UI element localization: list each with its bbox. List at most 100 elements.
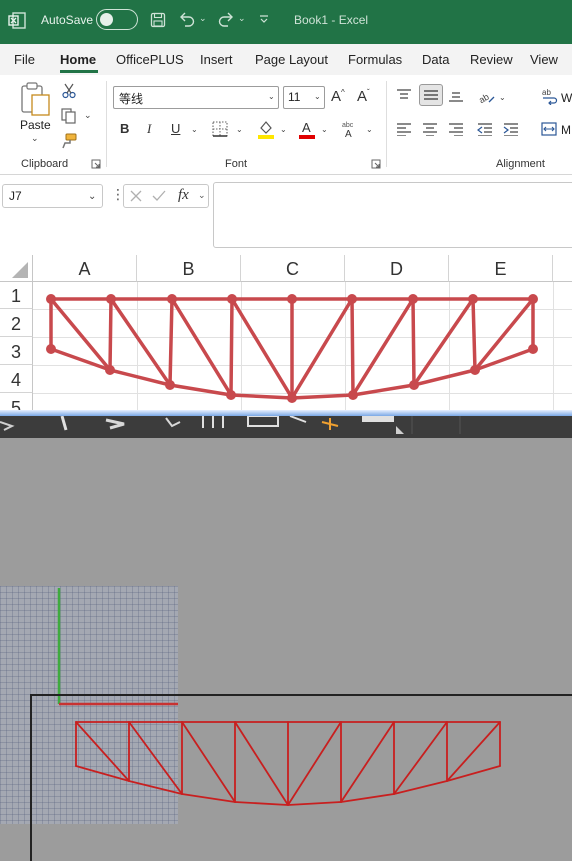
formula-buttons: fx ⌄	[123, 184, 209, 208]
cad-truss-member	[75, 721, 130, 782]
customize-toolbar-icon[interactable]	[258, 13, 270, 25]
paste-dropdown-icon[interactable]: ⌄	[31, 133, 39, 144]
tab-data[interactable]: Data	[422, 52, 449, 67]
cad-truss-structure[interactable]	[75, 721, 501, 806]
truss-member	[168, 297, 174, 387]
italic-icon[interactable]: I	[147, 121, 151, 137]
fill-color-dropdown-icon[interactable]: ⌄	[280, 125, 287, 134]
format-painter-icon[interactable]	[61, 133, 77, 149]
group-label-font: Font	[225, 158, 248, 170]
align-left-icon[interactable]	[396, 122, 412, 136]
copy-dropdown-icon[interactable]: ⌄	[84, 110, 92, 121]
insert-function-button[interactable]: fx	[178, 187, 189, 204]
truss-member	[351, 383, 416, 397]
name-box-dropdown-icon[interactable]: ⌄	[88, 191, 96, 202]
font-color-dropdown-icon[interactable]: ⌄	[321, 125, 328, 134]
document-title: Book1 - Excel	[294, 13, 369, 27]
tab-file[interactable]: File	[14, 52, 35, 67]
divider	[106, 81, 107, 167]
title-bar: AutoSave ⌄ ⌄ Book1 - Excel	[0, 0, 572, 44]
tab-review[interactable]: Review	[470, 52, 513, 67]
borders-icon[interactable]	[212, 121, 228, 137]
redo-icon[interactable]	[217, 11, 235, 29]
orientation-icon[interactable]: ab	[478, 88, 496, 104]
paste-icon[interactable]	[20, 81, 52, 117]
decrease-indent-icon[interactable]	[477, 122, 493, 136]
font-launcher-icon[interactable]	[371, 159, 381, 169]
align-top-icon[interactable]	[396, 88, 412, 102]
truss-member	[290, 393, 355, 400]
truss-member	[230, 297, 294, 400]
cad-truss-member	[181, 721, 236, 803]
phonetic-guide-icon[interactable]: abc A	[341, 120, 363, 138]
borders-dropdown-icon[interactable]: ⌄	[236, 125, 243, 134]
truss-node	[408, 294, 418, 304]
cad-truss-member	[75, 765, 130, 782]
underline-icon[interactable]: U	[171, 121, 180, 136]
align-right-icon[interactable]	[448, 122, 464, 136]
merge-center-icon[interactable]	[541, 121, 557, 137]
font-size-value: 11	[288, 90, 301, 104]
decrease-font-size-icon[interactable]: Aˇ	[357, 88, 370, 105]
wrap-text-label[interactable]: W	[561, 91, 572, 105]
truss-member	[229, 393, 294, 400]
tab-officeplus[interactable]: OfficePLUS	[116, 52, 184, 67]
tab-view[interactable]: View	[530, 52, 558, 67]
tab-insert[interactable]: Insert	[200, 52, 233, 67]
copy-icon[interactable]	[61, 108, 77, 124]
cad-frame	[30, 694, 572, 861]
phonetic-dropdown-icon[interactable]: ⌄	[366, 125, 373, 134]
align-center-icon[interactable]	[422, 122, 438, 136]
truss-node	[409, 380, 419, 390]
undo-icon[interactable]	[178, 11, 196, 29]
save-icon[interactable]	[150, 12, 166, 28]
truss-node	[46, 344, 56, 354]
cad-truss-member	[340, 793, 395, 803]
align-middle-button[interactable]	[419, 84, 443, 106]
name-box-value: J7	[9, 189, 22, 203]
formula-bar: J7 ⌄ ⋮ fx ⌄	[0, 175, 572, 255]
tab-page-layout[interactable]: Page Layout	[255, 52, 328, 67]
active-tab-indicator	[60, 70, 98, 73]
align-bottom-icon[interactable]	[448, 89, 464, 103]
increase-font-size-icon[interactable]: A^	[331, 88, 345, 105]
truss-chart[interactable]	[0, 255, 572, 415]
autosave-toggle[interactable]	[96, 9, 138, 30]
truss-node	[528, 344, 538, 354]
clipboard-launcher-icon[interactable]	[91, 159, 101, 169]
font-name-dropdown-icon[interactable]: ⌄	[268, 92, 275, 101]
wrap-text-icon[interactable]: ab	[541, 87, 559, 105]
truss-member	[350, 297, 355, 397]
cad-drawing[interactable]	[0, 438, 572, 861]
fill-color-icon[interactable]	[257, 119, 275, 139]
cancel-icon[interactable]	[130, 190, 142, 202]
cut-icon[interactable]	[62, 83, 76, 99]
tab-formulas[interactable]: Formulas	[348, 52, 402, 67]
truss-node	[227, 294, 237, 304]
undo-dropdown-icon[interactable]: ⌄	[199, 13, 207, 24]
cad-viewport[interactable]	[0, 438, 572, 861]
cad-truss-member	[181, 793, 236, 803]
bold-icon[interactable]: B	[120, 121, 129, 136]
font-size-dropdown-icon[interactable]: ⌄	[314, 92, 321, 101]
formula-input[interactable]	[213, 182, 572, 248]
enter-icon[interactable]	[152, 190, 166, 202]
truss-member	[351, 297, 415, 397]
worksheet-grid[interactable]: A B C D E 1 2 3 4 5	[0, 255, 572, 415]
cad-truss-member	[446, 721, 501, 782]
increase-indent-icon[interactable]	[503, 122, 519, 136]
redo-dropdown-icon[interactable]: ⌄	[238, 13, 246, 24]
truss-member	[168, 383, 233, 397]
truss-node	[165, 380, 175, 390]
truss-member	[471, 297, 477, 372]
fx-dropdown-icon[interactable]: ⌄	[198, 190, 206, 201]
truss-node	[167, 294, 177, 304]
orientation-dropdown-icon[interactable]: ⌄	[499, 93, 506, 102]
font-color-icon[interactable]: A	[298, 119, 316, 139]
svg-text:A: A	[345, 129, 352, 138]
paste-button[interactable]: Paste	[20, 118, 51, 132]
underline-dropdown-icon[interactable]: ⌄	[191, 125, 198, 134]
font-name-select[interactable]: 等线	[113, 86, 279, 109]
merge-center-label[interactable]: M	[561, 123, 571, 137]
tab-home[interactable]: Home	[60, 52, 96, 67]
